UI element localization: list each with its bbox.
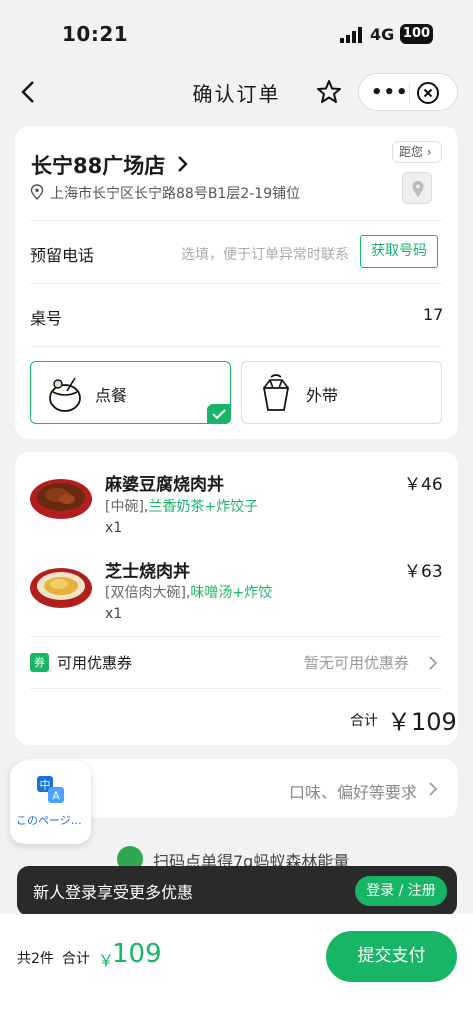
item-options: [双倍肉大碗],味噌汤+炸饺 [105, 582, 272, 602]
translate-label: このページ… [16, 814, 82, 827]
checkout-bar: 共2件 合计 ￥ 109 提交支付 [0, 914, 473, 1024]
login-banner: 新人登录享受更多优惠 登录 / 注册 [17, 866, 457, 916]
item-name: 麻婆豆腐烧肉丼 [105, 475, 224, 495]
mini-program-capsule: ••• [358, 73, 458, 111]
chevron-right-icon[interactable] [174, 154, 190, 174]
location-pin-icon [30, 184, 44, 200]
mapo-tofu-bowl-image [30, 479, 92, 519]
table-number: 17 [423, 305, 444, 324]
item-price: ￥46 [404, 475, 443, 495]
capsule-divider [409, 84, 410, 102]
distance-badge[interactable]: 距您 › [392, 141, 442, 163]
item-options: [中碗],兰香奶茶+炸饺子 [105, 496, 258, 516]
svg-text:A: A [52, 790, 60, 803]
signal-icon [340, 27, 362, 43]
divider [30, 688, 442, 689]
star-icon[interactable] [313, 76, 345, 108]
table-label: 桌号 [30, 309, 63, 328]
item-name: 芝士烧肉丼 [105, 562, 190, 582]
coupon-icon: 券 [30, 653, 49, 672]
divider [30, 636, 442, 637]
divider [30, 346, 442, 347]
dine-in-label: 点餐 [95, 386, 128, 405]
item-extras: 兰香奶茶+炸饺子 [148, 499, 259, 515]
cheese-bowl-image [30, 568, 92, 608]
login-banner-text: 新人登录享受更多优惠 [33, 883, 194, 902]
divider [30, 283, 442, 284]
preference-input[interactable]: 口味、偏好等要求 [289, 779, 417, 803]
battery-icon: 100 [400, 24, 433, 44]
subtotal-value: ￥109 [387, 708, 457, 736]
chevron-right-icon[interactable] [428, 655, 438, 671]
phone-label: 预留电话 [30, 246, 95, 265]
takeout-label: 外带 [306, 386, 339, 405]
translate-icon: 中A [37, 776, 64, 803]
translate-widget[interactable]: 中A このページ… [10, 762, 91, 844]
store-address: 上海市长宁区长宁路88号B1层2-19铺位 [50, 186, 301, 202]
item-extras: 味噌汤+炸饺 [190, 585, 273, 601]
store-name[interactable]: 长宁88广场店 [31, 150, 165, 180]
subtotal-label: 合计 [350, 713, 378, 729]
login-button[interactable]: 登录 / 注册 [355, 876, 447, 906]
network-type: 4G [370, 25, 395, 44]
total-label: 合计 [62, 951, 90, 967]
total-amount: 109 [112, 939, 162, 969]
coupon-status[interactable]: 暂无可用优惠券 [304, 652, 409, 673]
takeout-option[interactable]: 外带 [241, 361, 442, 424]
map-pin-icon[interactable] [402, 172, 432, 204]
divider [30, 220, 442, 221]
chevron-right-icon[interactable] [428, 781, 438, 797]
item-spec: [双倍肉大碗], [105, 585, 191, 601]
coupon-label: 可用优惠券 [57, 654, 133, 672]
dine-in-option[interactable]: 点餐 [30, 361, 231, 424]
more-icon[interactable]: ••• [371, 82, 409, 103]
item-spec: [中碗], [105, 499, 149, 515]
get-number-button[interactable]: 获取号码 [360, 235, 438, 268]
coconut-drink-icon [49, 377, 81, 412]
status-bar: 10:21 4G 100 [0, 0, 473, 64]
item-count: 共2件 [17, 951, 54, 967]
submit-payment-button[interactable]: 提交支付 [326, 931, 457, 982]
status-time: 10:21 [62, 22, 129, 46]
close-icon[interactable] [416, 81, 440, 105]
nav-bar: 确认订单 ••• [0, 64, 473, 120]
item-quantity: x1 [105, 520, 123, 536]
item-price: ￥63 [404, 562, 443, 582]
phone-input[interactable]: 选填，便于订单异常时联系 [181, 244, 349, 264]
takeout-box-icon [262, 374, 290, 411]
checkmark-icon [207, 404, 231, 424]
item-quantity: x1 [105, 606, 123, 622]
